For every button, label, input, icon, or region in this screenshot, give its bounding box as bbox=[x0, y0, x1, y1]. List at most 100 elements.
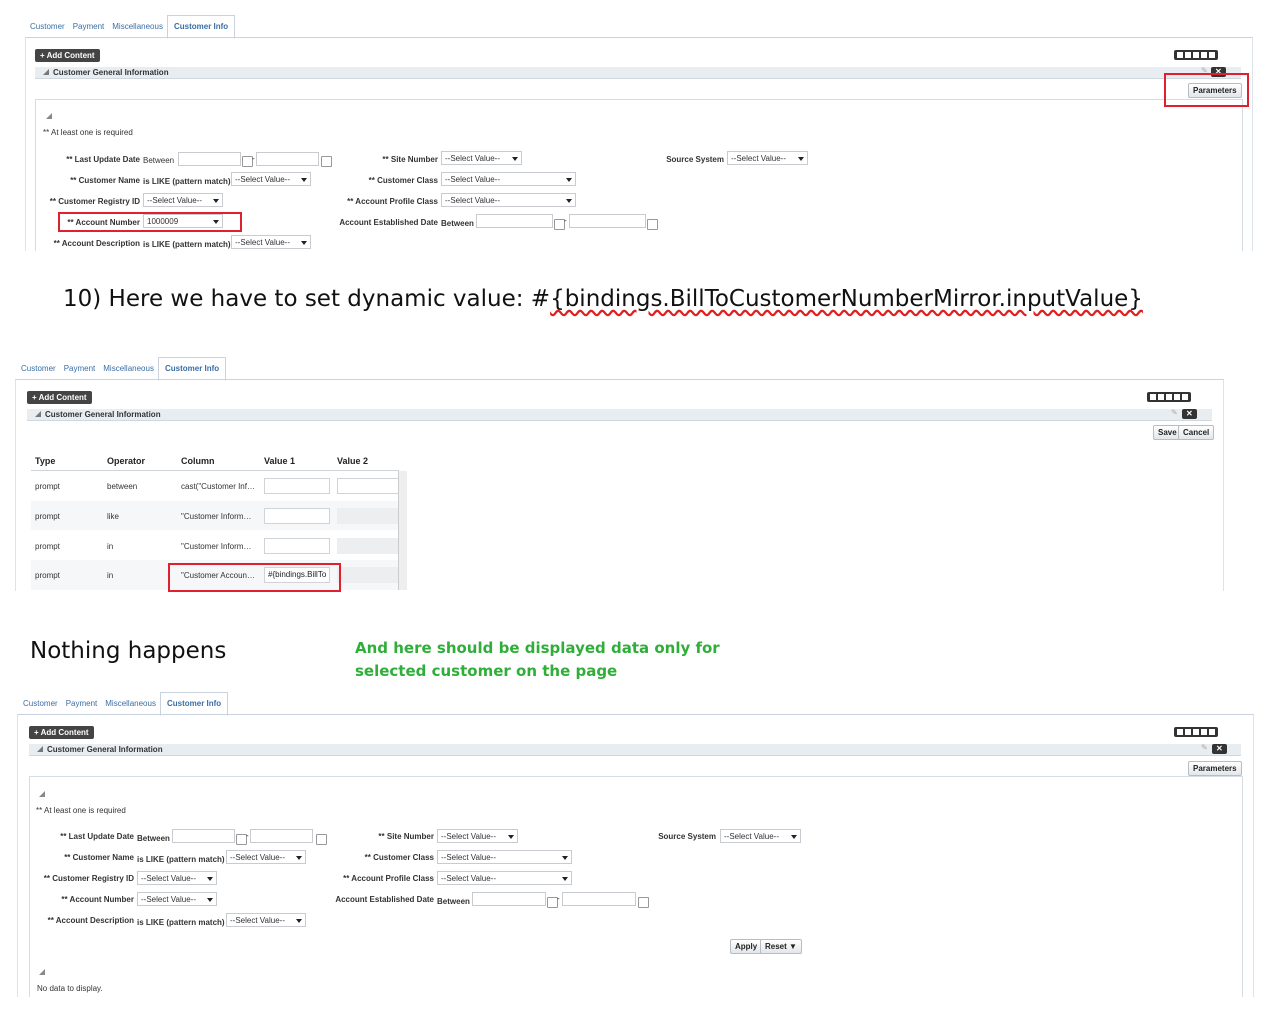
layout-toolbar[interactable] bbox=[1174, 50, 1218, 60]
account-description-select[interactable]: --Select Value-- bbox=[231, 235, 311, 249]
grid-cell-operator: between bbox=[107, 482, 138, 491]
prompt-area bbox=[29, 776, 1243, 997]
collapse-icon[interactable] bbox=[39, 791, 45, 797]
last-update-to-input[interactable] bbox=[250, 829, 313, 843]
chevron-down-icon bbox=[566, 178, 572, 182]
op-like: is LIKE (pattern match) bbox=[143, 240, 231, 249]
panel-edit-buttons[interactable]: ✕ bbox=[1182, 409, 1197, 419]
registry-id-select[interactable]: --Select Value-- bbox=[143, 193, 223, 207]
last-update-from-input[interactable] bbox=[178, 152, 241, 166]
label-site-number: ** Site Number bbox=[382, 155, 438, 164]
apply-button[interactable]: Apply bbox=[730, 939, 763, 954]
account-number-select[interactable]: --Select Value-- bbox=[137, 892, 217, 906]
account-established-from-input[interactable] bbox=[476, 214, 553, 228]
op-between: Between bbox=[441, 219, 474, 228]
customer-class-select[interactable]: --Select Value-- bbox=[437, 850, 572, 864]
account-established-from-input[interactable] bbox=[472, 892, 546, 906]
grid-header-type: Type bbox=[35, 456, 56, 466]
tab-payment[interactable]: Payment bbox=[62, 699, 102, 715]
calendar-icon[interactable] bbox=[647, 219, 658, 230]
tab-customer-info[interactable]: Customer Info bbox=[159, 692, 229, 716]
op-like: is LIKE (pattern match) bbox=[143, 177, 231, 186]
label-account-description: ** Account Description bbox=[47, 916, 134, 925]
op-like: is LIKE (pattern match) bbox=[137, 855, 225, 864]
registry-id-select[interactable]: --Select Value-- bbox=[137, 871, 217, 885]
tab-payment[interactable]: Payment bbox=[60, 364, 100, 380]
customer-class-select[interactable]: --Select Value-- bbox=[441, 172, 576, 186]
account-established-to-input[interactable] bbox=[569, 214, 646, 228]
pencil-icon[interactable]: ✎ bbox=[1201, 743, 1208, 752]
op-like: is LIKE (pattern match) bbox=[137, 918, 225, 927]
wrench-icon bbox=[1209, 52, 1215, 58]
tab-customer-info[interactable]: Customer Info bbox=[166, 15, 236, 39]
site-number-select[interactable]: --Select Value-- bbox=[437, 829, 518, 843]
layout-toolbar[interactable] bbox=[1147, 392, 1191, 402]
collapse-icon[interactable] bbox=[46, 113, 52, 119]
last-update-from-input[interactable] bbox=[172, 829, 235, 843]
collapse-icon bbox=[43, 69, 49, 75]
step-10-text: 10) Here we have to set dynamic value: #… bbox=[63, 286, 1143, 312]
layout-toolbar[interactable] bbox=[1174, 727, 1218, 737]
label-account-established: Account Established Date bbox=[339, 218, 438, 227]
grid-cell-operator: in bbox=[107, 542, 114, 551]
last-update-to-input[interactable] bbox=[256, 152, 319, 166]
label-registry-id: ** Customer Registry ID bbox=[49, 197, 140, 206]
label-last-update: ** Last Update Date bbox=[66, 155, 140, 164]
customer-name-select[interactable]: --Select Value-- bbox=[226, 850, 306, 864]
nothing-happens-text: Nothing happens bbox=[30, 638, 227, 664]
site-number-select[interactable]: --Select Value-- bbox=[441, 151, 522, 165]
panel-title: Customer General Information bbox=[47, 745, 163, 754]
value2-input[interactable] bbox=[337, 478, 399, 494]
collapse-icon[interactable] bbox=[39, 969, 45, 975]
panel-header: Customer General Information bbox=[27, 409, 1212, 421]
add-content-button[interactable]: + Add Content bbox=[27, 391, 92, 404]
tab-customer-info[interactable]: Customer Info bbox=[157, 357, 227, 381]
add-content-button[interactable]: + Add Content bbox=[29, 726, 94, 739]
value1-input[interactable] bbox=[264, 508, 330, 524]
grid-cell-type: prompt bbox=[35, 571, 60, 580]
grid-cell-column: cast("Customer Inf… bbox=[181, 482, 255, 491]
reset-button[interactable]: Reset ▼ bbox=[760, 939, 802, 954]
tab-miscellaneous[interactable]: Miscellaneous bbox=[108, 22, 167, 38]
tab-customer[interactable]: Customer bbox=[17, 364, 60, 380]
grid-scrollbar[interactable] bbox=[398, 471, 407, 590]
source-system-select[interactable]: --Select Value-- bbox=[727, 151, 808, 165]
label-customer-name: ** Customer Name bbox=[70, 176, 140, 185]
add-content-button[interactable]: + Add Content bbox=[35, 49, 100, 62]
tab-customer[interactable]: Customer bbox=[26, 22, 69, 38]
calendar-icon[interactable] bbox=[638, 897, 649, 908]
op-between: Between bbox=[437, 897, 470, 906]
grid-cell-operator: in bbox=[107, 571, 114, 580]
grid-header-column: Column bbox=[181, 456, 215, 466]
grid-cell-column: "Customer Inform… bbox=[181, 542, 252, 551]
tab-miscellaneous[interactable]: Miscellaneous bbox=[99, 364, 158, 380]
calendar-icon[interactable] bbox=[316, 834, 327, 845]
op-between: Between bbox=[137, 834, 170, 843]
panel-edit-buttons[interactable]: ✕ bbox=[1212, 744, 1227, 754]
account-established-to-input[interactable] bbox=[562, 892, 636, 906]
value1-input[interactable] bbox=[264, 478, 330, 494]
tab-miscellaneous[interactable]: Miscellaneous bbox=[101, 699, 160, 715]
customer-name-select[interactable]: --Select Value-- bbox=[231, 172, 311, 186]
cancel-button[interactable]: Cancel bbox=[1178, 425, 1215, 440]
op-between: Between bbox=[143, 156, 175, 165]
value1-input[interactable] bbox=[264, 538, 330, 554]
label-registry-id: ** Customer Registry ID bbox=[43, 874, 134, 883]
account-description-select[interactable]: --Select Value-- bbox=[226, 913, 306, 927]
required-hint: ** At least one is required bbox=[36, 806, 126, 815]
tab-customer[interactable]: Customer bbox=[19, 699, 62, 715]
collapse-icon bbox=[35, 411, 41, 417]
chevron-down-icon bbox=[301, 241, 307, 245]
chevron-down-icon bbox=[791, 835, 797, 839]
source-system-select[interactable]: --Select Value-- bbox=[720, 829, 801, 843]
account-profile-class-select[interactable]: --Select Value-- bbox=[437, 871, 572, 885]
account-profile-class-select[interactable]: --Select Value-- bbox=[441, 193, 576, 207]
chevron-down-icon bbox=[207, 898, 213, 902]
label-account-profile-class: ** Account Profile Class bbox=[347, 197, 438, 206]
wrench-icon bbox=[1209, 729, 1215, 735]
chevron-down-icon bbox=[508, 835, 514, 839]
calendar-icon[interactable] bbox=[321, 156, 332, 167]
pencil-icon[interactable]: ✎ bbox=[1171, 408, 1178, 417]
parameters-button[interactable]: Parameters bbox=[1188, 761, 1242, 776]
tab-payment[interactable]: Payment bbox=[69, 22, 109, 38]
